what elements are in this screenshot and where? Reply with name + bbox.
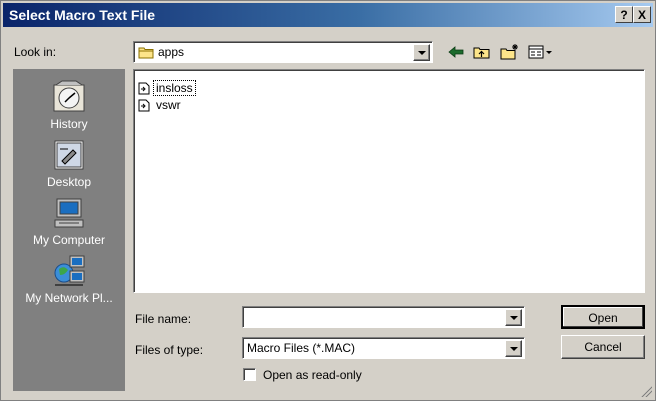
file-name: vswr — [156, 98, 181, 112]
desktop-icon — [54, 140, 84, 170]
file-name-dropdown-button[interactable] — [505, 309, 522, 326]
view-menu-button[interactable] — [527, 42, 557, 62]
view-list-icon — [528, 45, 552, 59]
file-type-dropdown-button[interactable] — [505, 340, 522, 357]
resize-grip[interactable] — [640, 385, 652, 397]
computer-icon — [54, 198, 84, 228]
look-in-combo[interactable]: apps — [133, 41, 433, 63]
look-in-label: Look in: — [14, 45, 57, 59]
window-title: Select Macro Text File — [9, 7, 156, 23]
back-button[interactable] — [445, 42, 467, 62]
look-in-dropdown-button[interactable] — [413, 44, 430, 61]
up-folder-icon — [473, 47, 490, 59]
new-folder-button[interactable] — [499, 42, 521, 62]
place-desktop[interactable]: Desktop — [13, 137, 125, 189]
place-network[interactable]: My Network Pl... — [13, 253, 125, 305]
file-list[interactable]: insloss vswr — [133, 69, 645, 293]
place-label: History — [50, 117, 88, 131]
readonly-label: Open as read-only — [263, 368, 362, 382]
file-type-select[interactable]: Macro Files (*.MAC) — [242, 337, 525, 359]
file-type-label: Files of type: — [135, 343, 204, 357]
title-bar[interactable]: Select Macro Text File ? X — [3, 3, 653, 27]
places-bar: History Desktop My Computer My Network P… — [13, 69, 125, 391]
close-button[interactable]: X — [633, 6, 651, 23]
back-arrow-icon — [448, 46, 464, 58]
folder-icon — [138, 47, 154, 59]
select-macro-dialog: Select Macro Text File ? X Look in: apps — [0, 0, 656, 401]
look-in-value: apps — [158, 45, 185, 59]
history-icon — [53, 80, 85, 112]
file-icon — [138, 82, 150, 95]
up-one-level-button[interactable] — [471, 42, 493, 62]
network-icon — [54, 255, 85, 286]
place-label: Desktop — [46, 175, 92, 189]
open-button[interactable]: Open — [561, 305, 645, 329]
place-label: My Computer — [32, 233, 106, 247]
file-name-label: File name: — [135, 312, 192, 326]
new-folder-icon — [500, 44, 518, 60]
place-my-computer[interactable]: My Computer — [13, 195, 125, 247]
place-history[interactable]: History — [13, 79, 125, 131]
file-type-value: Macro Files (*.MAC) — [247, 341, 356, 355]
help-button[interactable]: ? — [615, 6, 633, 23]
file-name-input[interactable] — [242, 306, 525, 328]
cancel-button[interactable]: Cancel — [561, 335, 645, 359]
readonly-checkbox[interactable] — [243, 368, 256, 381]
file-name: insloss — [153, 80, 196, 96]
place-label: My Network Pl... — [25, 291, 113, 305]
file-icon — [138, 99, 150, 112]
